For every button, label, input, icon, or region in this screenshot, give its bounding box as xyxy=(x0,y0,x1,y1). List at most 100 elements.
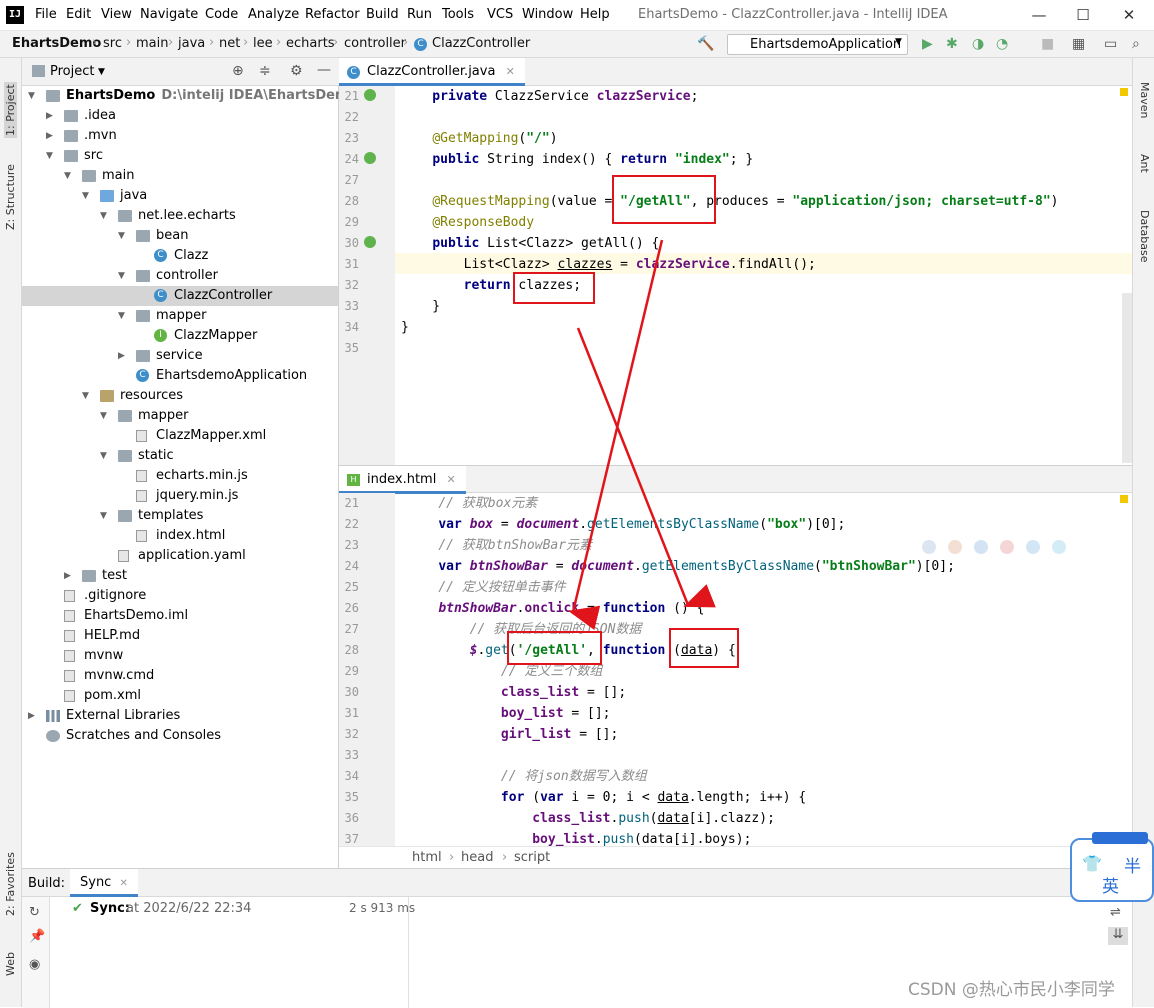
menu-analyze[interactable]: Analyze xyxy=(248,7,299,22)
expand-arrow-icon[interactable]: ▼ xyxy=(64,166,71,186)
terminal-icon[interactable]: ▭ xyxy=(1104,36,1117,52)
expand-arrow-icon[interactable]: ▼ xyxy=(118,306,125,326)
run-config-selector[interactable]: EhartsdemoApplication ▼ xyxy=(727,34,908,55)
menu-build[interactable]: Build xyxy=(366,7,399,22)
tool-tab-web[interactable]: Web xyxy=(4,952,17,976)
tree-item[interactable]: ▶ External Libraries xyxy=(22,706,338,726)
tool-tab-favorites[interactable]: 2: Favorites xyxy=(4,852,17,916)
project-panel-title[interactable]: Project xyxy=(50,64,94,79)
mapping-gutter-icon[interactable] xyxy=(364,152,376,164)
tree-item[interactable]: mvnw xyxy=(22,646,338,666)
tree-item[interactable]: ▼ controller xyxy=(22,266,338,286)
tool-tab-maven[interactable]: Maven xyxy=(1138,82,1151,118)
tree-item[interactable]: ▼ src xyxy=(22,146,338,166)
tree-item[interactable]: ▼ resources xyxy=(22,386,338,406)
tree-item[interactable]: ClazzMapper.xml xyxy=(22,426,338,446)
tree-item[interactable]: ▼ java xyxy=(22,186,338,206)
tree-item[interactable]: ▼ static xyxy=(22,446,338,466)
inspection-marker[interactable] xyxy=(1120,495,1128,503)
tree-item[interactable]: ▼ mapper xyxy=(22,306,338,326)
crumb-echarts[interactable]: echarts xyxy=(286,36,335,51)
collapse-arrow-icon[interactable]: ▶ xyxy=(28,706,35,726)
tab-sync[interactable]: Sync ✕ xyxy=(70,869,138,897)
close-tab-icon[interactable]: ✕ xyxy=(119,878,127,889)
tree-item[interactable]: ▼ templates xyxy=(22,506,338,526)
menu-refactor[interactable]: Refactor xyxy=(305,7,360,22)
tree-item[interactable]: ▼ EhartsDemo D:\intelij IDEA\EhartsDemo xyxy=(22,86,357,106)
edge-icon[interactable] xyxy=(1052,540,1066,554)
crumb-head[interactable]: head xyxy=(461,850,493,865)
expand-arrow-icon[interactable]: ▼ xyxy=(82,386,89,406)
tree-item[interactable]: ▶ test xyxy=(22,566,338,586)
menu-run[interactable]: Run xyxy=(407,7,432,22)
tree-item[interactable]: .gitignore xyxy=(22,586,338,606)
tree-item[interactable]: application.yaml xyxy=(22,546,338,566)
menu-help[interactable]: Help xyxy=(580,7,610,22)
tree-item[interactable]: HELP.md xyxy=(22,626,338,646)
tree-item[interactable]: ▼ net.lee.echarts xyxy=(22,206,338,226)
tree-item[interactable]: ▶ .mvn xyxy=(22,126,338,146)
expand-arrow-icon[interactable]: ▼ xyxy=(100,206,107,226)
crumb-main[interactable]: main xyxy=(136,36,168,51)
collapse-arrow-icon[interactable]: ▶ xyxy=(46,126,53,146)
soft-wrap-icon[interactable]: ⇌ xyxy=(1110,905,1121,920)
close-tab-icon[interactable]: ✕ xyxy=(446,473,455,486)
collapse-all-icon[interactable]: ≑ xyxy=(259,63,271,79)
stop-icon[interactable]: ■ xyxy=(1041,36,1054,52)
tree-item[interactable]: ▼ bean xyxy=(22,226,338,246)
menu-vcs[interactable]: VCS xyxy=(487,7,513,22)
tool-tab-database[interactable]: Database xyxy=(1138,210,1151,263)
tree-item[interactable]: ▼ mapper xyxy=(22,406,338,426)
crumb-controller[interactable]: controller xyxy=(344,36,406,51)
tree-item[interactable]: C Clazz xyxy=(22,246,338,266)
tree-item[interactable]: EhartsDemo.iml xyxy=(22,606,338,626)
shirt-icon[interactable]: 👕 xyxy=(1082,854,1102,873)
expand-arrow-icon[interactable]: ▼ xyxy=(100,446,107,466)
expand-arrow-icon[interactable]: ▼ xyxy=(46,146,53,166)
ime-half-width[interactable]: 半 xyxy=(1124,852,1141,877)
menu-edit[interactable]: Edit xyxy=(66,7,91,22)
tool-tab-project[interactable]: 1: Project xyxy=(4,82,17,138)
tab-index-html[interactable]: H index.html ✕ xyxy=(339,466,466,494)
inspection-marker[interactable] xyxy=(1120,88,1128,96)
close-icon[interactable]: ✕ xyxy=(1114,3,1144,27)
refresh-icon[interactable]: ↻ xyxy=(29,905,40,920)
menu-code[interactable]: Code xyxy=(205,7,238,22)
debug-icon[interactable]: ✱ xyxy=(946,36,958,52)
collapse-arrow-icon[interactable]: ▶ xyxy=(64,566,71,586)
expand-arrow-icon[interactable]: ▼ xyxy=(100,406,107,426)
tree-item[interactable]: I ClazzMapper xyxy=(22,326,338,346)
expand-arrow-icon[interactable]: ▼ xyxy=(118,226,125,246)
tree-item[interactable]: echarts.min.js xyxy=(22,466,338,486)
menu-tools[interactable]: Tools xyxy=(442,7,474,22)
chevron-down-icon[interactable]: ▼ xyxy=(98,67,105,77)
bean-gutter-icon[interactable] xyxy=(364,89,376,101)
tab-clazzcontroller[interactable]: C ClazzController.java ✕ xyxy=(339,58,525,86)
crumb-class[interactable]: ClazzController xyxy=(432,36,530,51)
eye-icon[interactable]: ◉ xyxy=(29,957,40,972)
expand-arrow-icon[interactable]: ▼ xyxy=(100,506,107,526)
sync-status[interactable]: Sync: xyxy=(90,901,130,916)
crumb-src[interactable]: src xyxy=(103,36,122,51)
menu-navigate[interactable]: Navigate xyxy=(140,7,198,22)
profile-icon[interactable]: ◔ xyxy=(996,36,1008,52)
crumb-project[interactable]: EhartsDemo xyxy=(12,36,101,51)
java-editor[interactable]: C ClazzController.java ✕ 21 22 23 24 27 28 29 3… xyxy=(339,58,1132,465)
tree-item[interactable]: C ClazzController xyxy=(22,286,338,306)
coverage-icon[interactable]: ◑ xyxy=(972,36,984,52)
scroll-end-icon[interactable]: ⇊ xyxy=(1108,927,1128,945)
firefox-icon[interactable] xyxy=(948,540,962,554)
collapse-arrow-icon[interactable]: ▶ xyxy=(118,346,125,366)
tree-item[interactable]: jquery.min.js xyxy=(22,486,338,506)
chrome-icon[interactable] xyxy=(922,540,936,554)
tool-tab-ant[interactable]: Ant xyxy=(1138,154,1151,173)
expand-arrow-icon[interactable]: ▼ xyxy=(118,266,125,286)
tree-item[interactable]: pom.xml xyxy=(22,686,338,706)
scrollbar[interactable] xyxy=(1122,293,1132,463)
opera-icon[interactable] xyxy=(1000,540,1014,554)
tree-item[interactable]: ▼ main xyxy=(22,166,338,186)
menu-view[interactable]: View xyxy=(101,7,132,22)
tree-item[interactable]: C EhartsdemoApplication xyxy=(22,366,338,386)
tree-item[interactable]: index.html xyxy=(22,526,338,546)
safari-icon[interactable] xyxy=(974,540,988,554)
